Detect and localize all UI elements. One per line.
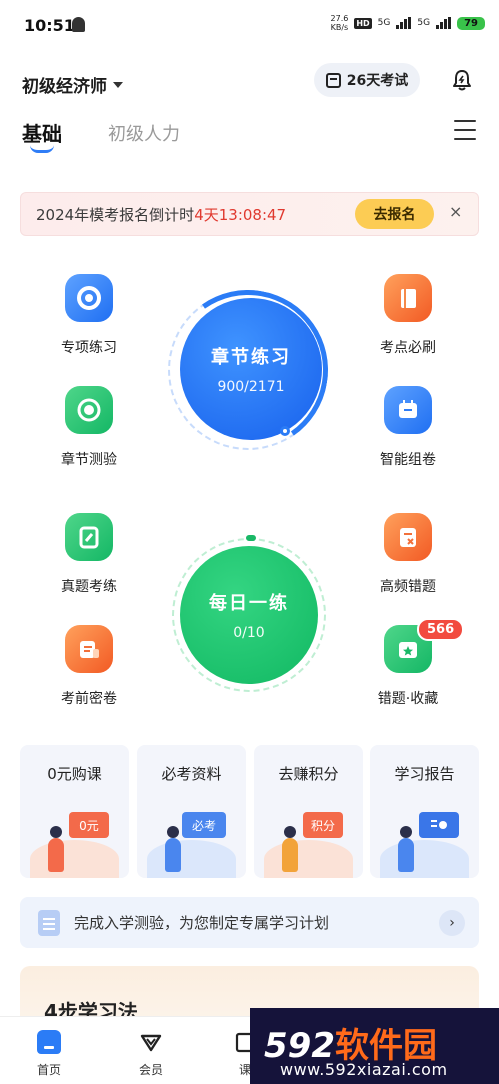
target-icon <box>65 386 113 434</box>
promo-card-title: 去赚积分 <box>278 765 339 783</box>
chapter-practice-title: 章节练习 <box>211 347 291 368</box>
placement-test-text: 完成入学测验，为您制定专属学习计划 <box>74 914 330 932</box>
book-icon <box>384 274 432 322</box>
signal-label-1: 5G <box>377 18 391 28</box>
clipboard-icon <box>38 909 60 936</box>
notification-ghost-icon <box>72 17 85 32</box>
feature-past-exams[interactable]: 真题考练 <box>34 513 144 596</box>
battery-indicator: 79 <box>457 16 485 30</box>
feature-key-points[interactable]: 考点必刷 <box>353 274 463 357</box>
close-icon[interactable]: × <box>449 202 462 221</box>
tab-member[interactable]: 会员 <box>121 1029 181 1078</box>
menu-button[interactable] <box>454 120 476 140</box>
exam-selector-label: 初级经济师 <box>22 77 107 97</box>
promo-art-label: 必考 <box>182 812 226 838</box>
clipboard-pen-icon <box>65 513 113 561</box>
watermark-logo: 592软件园 www.592xiazai.com <box>250 1008 499 1084</box>
tab-basic[interactable]: 基础 <box>22 118 62 147</box>
chapter-practice-progress: 900/2171 <box>217 379 285 395</box>
document-icon <box>65 625 113 673</box>
feature-label: 专项练习 <box>61 340 117 356</box>
placement-test-bar[interactable]: 完成入学测验，为您制定专属学习计划 › <box>20 897 479 948</box>
chevron-right-icon: › <box>439 910 465 936</box>
feature-label: 错题·收藏 <box>377 691 439 707</box>
caret-down-icon <box>113 81 123 88</box>
status-time: 10:51 <box>24 16 75 35</box>
feature-label: 章节测验 <box>61 452 117 468</box>
promo-card-materials[interactable]: 必考资料 必考 <box>137 745 246 878</box>
exam-selector[interactable]: 初级经济师 <box>22 72 123 97</box>
error-sheet-icon <box>384 513 432 561</box>
promo-art-label: 积分 <box>303 812 343 838</box>
feature-label: 高频错题 <box>380 579 436 595</box>
mistakes-count-badge: 566 <box>417 618 465 641</box>
promo-card-free-course[interactable]: 0元购课 0元 <box>20 745 129 878</box>
feature-label: 考点必刷 <box>380 340 436 356</box>
mock-exam-banner: 2024年模考报名倒计时4天13:08:47 去报名 × <box>20 192 479 236</box>
exam-countdown-button[interactable]: 26天考试 <box>314 63 420 97</box>
daily-progress-knob <box>244 533 258 543</box>
feature-secret-papers[interactable]: 考前密卷 <box>34 625 144 708</box>
banner-countdown: 4天13:08:47 <box>194 206 287 224</box>
feature-label: 考前密卷 <box>61 691 117 707</box>
feature-label: 智能组卷 <box>380 452 436 468</box>
tab-home-label: 首页 <box>36 1063 61 1077</box>
promo-art-label: 0元 <box>69 812 109 838</box>
promo-card-earn-points[interactable]: 去赚积分 积分 <box>254 745 363 878</box>
promo-card-title: 必考资料 <box>161 765 222 783</box>
status-indicators: 27.6 KB/s HD 5G 5G 79 <box>331 14 485 32</box>
notification-button[interactable] <box>446 63 478 97</box>
tab-hr[interactable]: 初级人力 <box>108 120 180 146</box>
register-button[interactable]: 去报名 <box>355 199 434 229</box>
watermark-url: www.592xiazai.com <box>280 1060 448 1079</box>
exam-countdown-label: 26天考试 <box>346 73 409 89</box>
bell-icon <box>453 70 471 91</box>
tab-active-indicator <box>30 145 54 153</box>
daily-practice-title: 每日一练 <box>209 593 289 614</box>
banner-text: 2024年模考报名倒计时4天13:08:47 <box>36 204 286 225</box>
report-illustration <box>380 806 469 878</box>
hd-icon: HD <box>354 17 372 29</box>
banner-label: 2024年模考报名倒计时 <box>36 206 195 224</box>
signal-label-2: 5G <box>417 18 431 28</box>
diamond-icon <box>140 1034 162 1052</box>
feature-frequent-mistakes[interactable]: 高频错题 <box>353 513 463 596</box>
feature-chapter-test[interactable]: 章节测验 <box>34 386 144 469</box>
calendar-icon <box>325 72 341 88</box>
chart-icon <box>419 812 459 838</box>
feature-smart-paper[interactable]: 智能组卷 <box>353 386 463 469</box>
points-illustration: 积分 <box>264 806 353 878</box>
home-icon <box>37 1030 61 1054</box>
chapter-practice-button[interactable]: 章节练习 900/2171 <box>180 298 322 440</box>
feature-label: 真题考练 <box>61 579 117 595</box>
materials-illustration: 必考 <box>147 806 236 878</box>
calendar-card-icon <box>384 386 432 434</box>
promo-card-study-report[interactable]: 学习报告 <box>370 745 479 878</box>
signal-icon <box>396 17 412 29</box>
tab-home[interactable]: 首页 <box>19 1029 79 1078</box>
signal-icon <box>436 17 452 29</box>
free-course-illustration: 0元 <box>30 806 119 878</box>
promo-card-title: 0元购课 <box>47 765 102 783</box>
net-speed: 27.6 KB/s <box>330 14 349 32</box>
tab-member-label: 会员 <box>138 1063 163 1077</box>
daily-practice-button[interactable]: 每日一练 0/10 <box>180 546 318 684</box>
chapter-progress-knob <box>280 426 290 436</box>
target-icon <box>65 274 113 322</box>
promo-card-title: 学习报告 <box>394 765 455 783</box>
feature-special-practice[interactable]: 专项练习 <box>34 274 144 357</box>
daily-practice-progress: 0/10 <box>233 625 265 641</box>
